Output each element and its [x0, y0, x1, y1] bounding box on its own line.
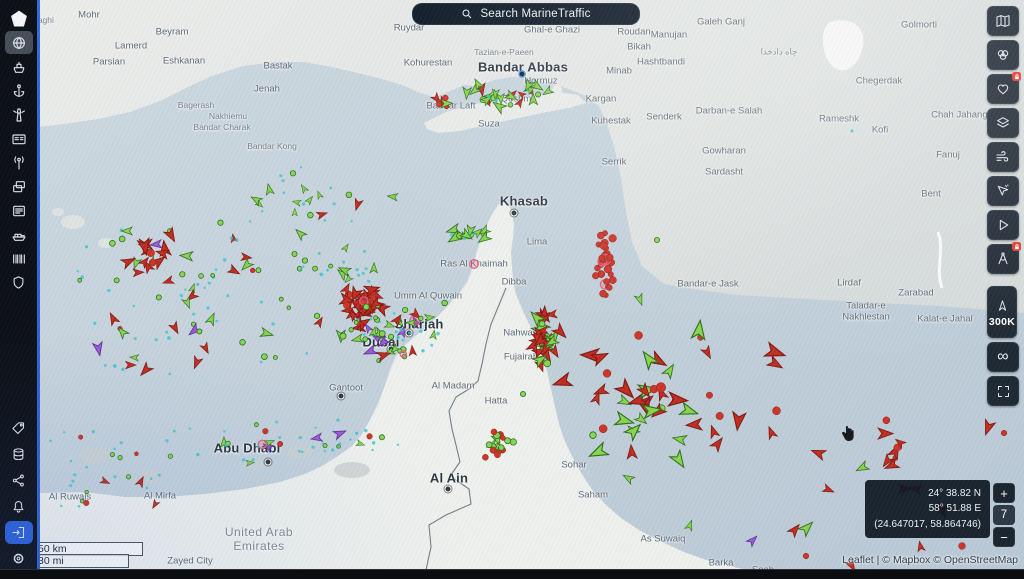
fullscreen-icon [996, 384, 1011, 399]
left-sidebar [0, 0, 37, 579]
lock-badge [1012, 242, 1021, 251]
wind-icon [995, 149, 1011, 165]
share-nodes-icon [11, 473, 26, 488]
zoom-out-button[interactable]: − [993, 527, 1015, 547]
zoom-level: 7 [993, 505, 1015, 525]
map-legend-button[interactable] [987, 6, 1019, 36]
database-icon [11, 447, 26, 462]
sidebar-item-photos[interactable] [5, 175, 33, 198]
map-book-icon [995, 13, 1011, 29]
tag-icon [11, 421, 26, 436]
sign-in-icon [11, 525, 26, 540]
news-icon [11, 203, 27, 219]
sidebar-item-shipyards[interactable] [5, 223, 33, 246]
sidebar-item-settings[interactable] [5, 547, 33, 570]
sidebar-item-protect[interactable] [5, 271, 33, 294]
search-bar[interactable]: Search MarineTraffic [412, 3, 640, 25]
distance-tool-button[interactable] [987, 244, 1019, 274]
measure-tool-button[interactable] [987, 176, 1019, 206]
shoal-2 [139, 470, 161, 482]
filters-button[interactable] [987, 40, 1019, 70]
sidebar-accent-line [37, 0, 40, 570]
coordinate-lon: 58° 51.88 E [874, 501, 981, 517]
globe-icon [11, 35, 27, 51]
map-attribution[interactable]: Leaflet | © Mapbox © OpenStreetMap [842, 554, 1018, 566]
island-larak [566, 100, 574, 108]
venn-circles-icon [995, 47, 1011, 63]
weather-button[interactable] [987, 142, 1019, 172]
infinity-button[interactable]: ∞ [987, 342, 1019, 372]
shoal-4 [288, 446, 312, 458]
antenna-icon [11, 155, 27, 171]
heart-icon [995, 81, 1011, 97]
vessel-count-button[interactable]: 300K [987, 286, 1017, 338]
search-label: Search MarineTraffic [480, 8, 590, 20]
infinity-icon: ∞ [997, 349, 1008, 365]
scale-mi: 30 mi [33, 554, 129, 568]
gear-icon [11, 551, 26, 566]
vessel-count: 300K [989, 316, 1015, 328]
zoom-control: + 7 − [993, 483, 1015, 547]
shoal-5 [245, 460, 265, 470]
sidebar-item-ports[interactable] [5, 79, 33, 102]
sidebar-item-tag[interactable] [5, 417, 33, 440]
shield-icon [11, 275, 26, 290]
sidebar-item-lookup[interactable] [5, 247, 33, 270]
island-west-2 [98, 238, 114, 248]
sidebar-item-port-calls[interactable] [5, 127, 33, 150]
island-west-3 [52, 208, 64, 216]
playback-button[interactable] [987, 210, 1019, 240]
sidebar-item-vessels[interactable] [5, 55, 33, 78]
sidebar-item-data-services[interactable] [5, 443, 33, 466]
north-arrow-icon [995, 299, 1010, 314]
sidebar-item-lights[interactable] [5, 103, 33, 126]
lighthouse-icon [11, 107, 27, 123]
layers-button[interactable] [987, 108, 1019, 138]
sidebar-item-share[interactable] [5, 469, 33, 492]
coordinate-decimal: (24.647017, 58.864746) [874, 517, 981, 533]
shoal-1 [80, 448, 110, 464]
sidebar-item-notifications[interactable] [5, 495, 33, 518]
right-toolbar: 300K ∞ [987, 6, 1017, 406]
fullscreen-button[interactable] [987, 376, 1019, 406]
layers-icon [995, 115, 1011, 131]
zoom-in-button[interactable]: + [993, 483, 1015, 503]
hand-cursor-icon [840, 424, 856, 442]
sidebar-bottom-group [5, 417, 33, 579]
photos-icon [11, 179, 27, 195]
cursor-coordinates-box: 24° 38.82 N 58° 51.88 E (24.647017, 58.8… [865, 480, 990, 539]
lock-badge [1012, 72, 1021, 81]
monitor-bezel [0, 569, 1024, 579]
marinetraffic-logo[interactable] [5, 7, 33, 30]
bell-icon [11, 499, 26, 514]
cargo-ship-icon [11, 227, 27, 243]
island-hormuz [552, 85, 562, 95]
drafting-compass-icon [995, 251, 1011, 267]
sidebar-item-explore-globe[interactable] [5, 31, 33, 54]
sidebar-item-ais-stations[interactable] [5, 151, 33, 174]
map-scale: 50 km 30 mi [33, 542, 143, 569]
coordinate-lat: 24° 38.82 N [874, 486, 981, 502]
favorites-button[interactable] [987, 74, 1019, 104]
cursor-route-icon [995, 183, 1011, 199]
sidebar-item-news[interactable] [5, 199, 33, 222]
ship-icon [11, 59, 27, 75]
search-icon [461, 8, 473, 20]
id-card-icon [11, 131, 27, 147]
barcode-icon [11, 251, 27, 267]
anchor-icon [11, 83, 27, 99]
play-icon [995, 217, 1011, 233]
marinetraffic-app: Bandar AbbasDubaiSharjahAbu DhabiKhasabA… [0, 0, 1024, 579]
island-west-1 [61, 215, 85, 229]
sidebar-item-sign-in[interactable] [5, 521, 33, 544]
shoal-3 [334, 462, 370, 478]
